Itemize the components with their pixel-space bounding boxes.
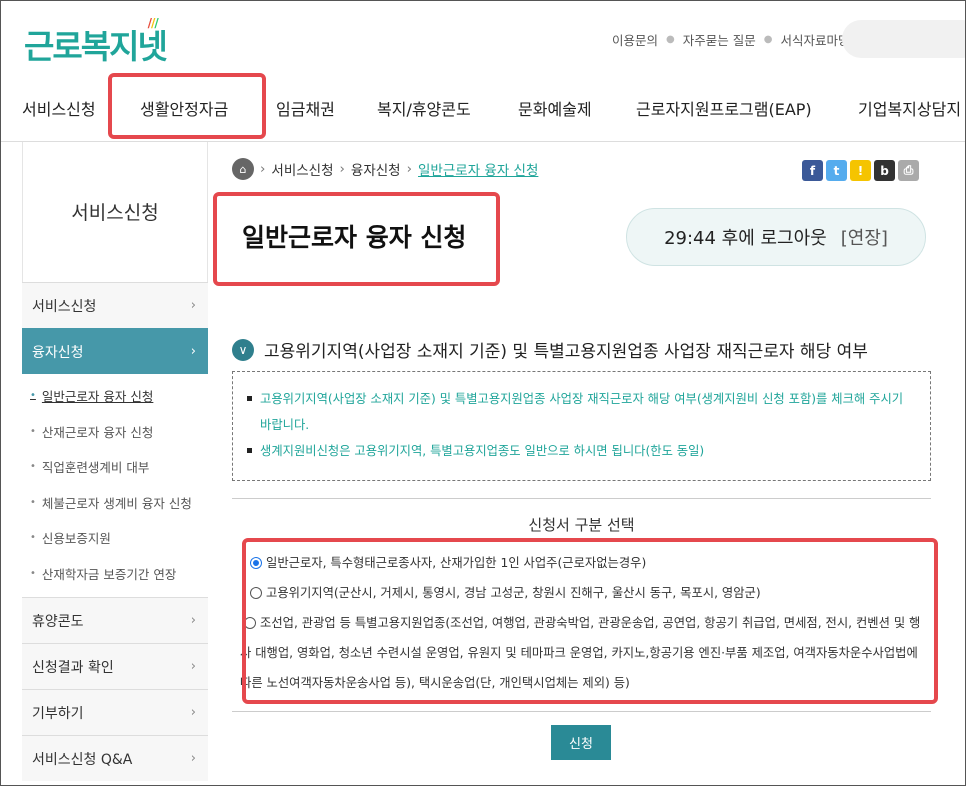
- chevron-right-icon: ›: [190, 751, 196, 766]
- util-link-inquiry[interactable]: 이용문의: [612, 30, 658, 49]
- sidebar-item-result[interactable]: 신청결과 확인 ›: [22, 643, 208, 689]
- facebook-icon[interactable]: f: [802, 160, 823, 181]
- bullet-icon: •: [30, 390, 36, 402]
- util-link-faq[interactable]: 자주묻는 질문: [683, 30, 756, 49]
- gnb-item-service[interactable]: 서비스신청: [22, 96, 96, 120]
- submenu-credit-guarantee[interactable]: • 신용보증지원: [22, 520, 208, 556]
- submenu-label: 체불근로자 생계비 융자 신청: [41, 495, 192, 511]
- logout-timer: 29:44 후에 로그아웃 [연장]: [626, 208, 926, 266]
- submenu-general-loan[interactable]: • 일반근로자 융자 신청: [22, 378, 208, 414]
- extend-button[interactable]: [연장]: [841, 224, 888, 250]
- notice-item: 생계지원비신청은 고용위기지역, 특별고용지업종도 일반으로 하시면 됩니다(한…: [247, 438, 916, 464]
- home-icon[interactable]: ⌂: [232, 158, 254, 180]
- sidebar-item-service[interactable]: 서비스신청 ›: [22, 282, 208, 328]
- option-label: 조선업, 관광업 등 특별고용지원업종(조선업, 여행업, 관광숙박업, 관광운…: [240, 616, 921, 690]
- bullet-icon: •: [30, 496, 36, 508]
- bullet-icon: ●: [763, 34, 773, 45]
- bullet-square-icon: [247, 396, 252, 401]
- search-input[interactable]: [842, 20, 966, 58]
- submenu-unpaid-loan[interactable]: • 체불근로자 생계비 융자 신청: [22, 485, 208, 521]
- submenu-label: 산재학자금 보증기간 연장: [41, 566, 177, 582]
- sidebar-item-label: 융자신청: [32, 344, 84, 361]
- breadcrumb: ⌂ › 서비스신청 › 융자신청 › 일반근로자 융자 신청: [232, 158, 538, 180]
- utility-links: 이용문의 ● 자주묻는 질문 ● 서식자료마당: [612, 30, 849, 49]
- chevron-right-icon: ›: [339, 161, 345, 177]
- notice-text: 생계지원비신청은 고용위기지역, 특별고용지업종도 일반으로 하시면 됩니다(한…: [260, 444, 705, 458]
- sidebar-item-label: 서비스신청 Q&A: [32, 751, 133, 768]
- gnb-item-wage[interactable]: 임금채권: [276, 96, 335, 120]
- sidebar-item-condo[interactable]: 휴양콘도 ›: [22, 597, 208, 643]
- bullet-icon: •: [30, 567, 36, 579]
- submenu-label: 직업훈련생계비 대부: [41, 460, 150, 476]
- util-link-forms[interactable]: 서식자료마당: [780, 30, 849, 49]
- notice-text: 고용위기지역(사업장 소재지 기준) 및 특별고용지원업종 사업장 재직근로자 …: [260, 392, 904, 432]
- gnb-item-living-fund[interactable]: 생활안정자금: [140, 96, 228, 120]
- notice-box: 고용위기지역(사업장 소재지 기준) 및 특별고용지원업종 사업장 재직근로자 …: [232, 371, 931, 481]
- global-nav: 서비스신청 생활안정자금 임금채권 복지/휴양콘도 문화예술제 근로자지원프로그…: [0, 88, 966, 128]
- chevron-right-icon: ›: [190, 705, 196, 720]
- sidebar-submenu: • 일반근로자 융자 신청 • 산재근로자 융자 신청 • 직업훈련생계비 대부 • 체…: [22, 374, 208, 597]
- gnb-item-welfare-condo[interactable]: 복지/휴양콘도: [377, 96, 471, 120]
- sidebar-item-label: 신청결과 확인: [32, 659, 114, 676]
- submenu-label: 산재근로자 융자 신청: [41, 424, 154, 440]
- sidebar-item-label: 기부하기: [32, 705, 84, 722]
- bullet-icon: •: [30, 461, 36, 473]
- logo-slashes-icon: ///: [147, 16, 159, 30]
- bullet-icon: ●: [666, 34, 675, 45]
- chevron-right-icon: ›: [406, 161, 413, 177]
- radio-special-industry[interactable]: [244, 617, 256, 629]
- kakaostory-icon[interactable]: !: [850, 160, 871, 181]
- band-icon[interactable]: b: [874, 160, 895, 181]
- divider: [232, 498, 931, 499]
- bullet-icon: •: [30, 532, 36, 544]
- timer-text: 29:44 후에 로그아웃: [664, 228, 827, 249]
- chevron-right-icon: ›: [190, 344, 196, 359]
- submit-button[interactable]: 신청: [551, 725, 611, 760]
- twitter-icon[interactable]: t: [826, 160, 847, 181]
- sidebar-item-label: 휴양콘도: [32, 613, 84, 630]
- notice-item: 고용위기지역(사업장 소재지 기준) 및 특별고용지원업종 사업장 재직근로자 …: [247, 386, 916, 438]
- print-icon[interactable]: ⎙: [898, 160, 919, 181]
- page-title: 일반근로자 융자 신청: [242, 223, 467, 252]
- gnb-item-corporate[interactable]: 기업복지상담지: [858, 96, 961, 120]
- chevron-right-icon: ›: [190, 659, 196, 674]
- sidebar-item-label: 서비스신청: [32, 298, 97, 315]
- submenu-industrial-loan[interactable]: • 산재근로자 융자 신청: [22, 414, 208, 450]
- breadcrumb-current[interactable]: 일반근로자 융자 신청: [418, 159, 538, 179]
- chevron-down-icon: ∨: [232, 338, 254, 361]
- sidebar-item-loan[interactable]: 융자신청 ›: [22, 328, 208, 374]
- application-type-options: 일반근로자, 특수형태근로종사자, 산재가입한 1인 사업주(근로자없는경우) …: [240, 548, 926, 698]
- sidebar-item-donate[interactable]: 기부하기 ›: [22, 689, 208, 735]
- logo-text: 근로복지넷: [24, 27, 168, 66]
- option-label: 고용위기지역(군산시, 거제시, 통영시, 경남 고성군, 창원시 진해구, 울…: [266, 586, 761, 600]
- option-label: 일반근로자, 특수형태근로종사자, 산재가입한 1인 사업주(근로자없는경우): [266, 556, 647, 570]
- submenu-tuition-extension[interactable]: • 산재학자금 보증기간 연장: [22, 556, 208, 592]
- option-special-industry[interactable]: 조선업, 관광업 등 특별고용지원업종(조선업, 여행업, 관광숙박업, 관광운…: [240, 608, 926, 698]
- site-logo[interactable]: 근로복지넷 ///: [24, 16, 168, 68]
- breadcrumb-item[interactable]: 융자신청: [351, 159, 401, 179]
- sidebar-item-qna[interactable]: 서비스신청 Q&A ›: [22, 735, 208, 781]
- sidebar: 서비스신청 › 융자신청 › • 일반근로자 융자 신청 • 산재근로자 융자 신청 •…: [22, 282, 208, 781]
- lnb-title: 서비스신청: [71, 202, 159, 224]
- radio-crisis-region[interactable]: [250, 587, 262, 599]
- gnb-item-eap[interactable]: 근로자지원프로그램(EAP): [636, 96, 812, 120]
- bullet-icon: •: [30, 425, 36, 437]
- divider: [232, 711, 931, 712]
- chevron-right-icon: ›: [190, 298, 196, 313]
- option-general[interactable]: 일반근로자, 특수형태근로종사자, 산재가입한 1인 사업주(근로자없는경우): [246, 548, 926, 578]
- share-buttons: f t ! b ⎙: [802, 160, 919, 181]
- section-title: ∨ 고용위기지역(사업장 소재지 기준) 및 특별고용지원업종 사업장 재직근로…: [232, 337, 868, 362]
- submenu-label: 일반근로자 융자 신청: [41, 389, 154, 405]
- section-title-text: 고용위기지역(사업장 소재지 기준) 및 특별고용지원업종 사업장 재직근로자 …: [264, 342, 868, 362]
- chevron-right-icon: ›: [260, 161, 266, 177]
- breadcrumb-item[interactable]: 서비스신청: [271, 159, 333, 179]
- select-title: 신청서 구분 선택: [528, 516, 635, 534]
- bullet-square-icon: [247, 448, 252, 453]
- submenu-training-loan[interactable]: • 직업훈련생계비 대부: [22, 449, 208, 485]
- submenu-label: 신용보증지원: [41, 531, 111, 547]
- radio-general[interactable]: [250, 557, 262, 569]
- option-crisis-region[interactable]: 고용위기지역(군산시, 거제시, 통영시, 경남 고성군, 창원시 진해구, 울…: [246, 578, 926, 608]
- chevron-right-icon: ›: [190, 613, 196, 628]
- gnb-item-culture[interactable]: 문화예술제: [518, 96, 592, 120]
